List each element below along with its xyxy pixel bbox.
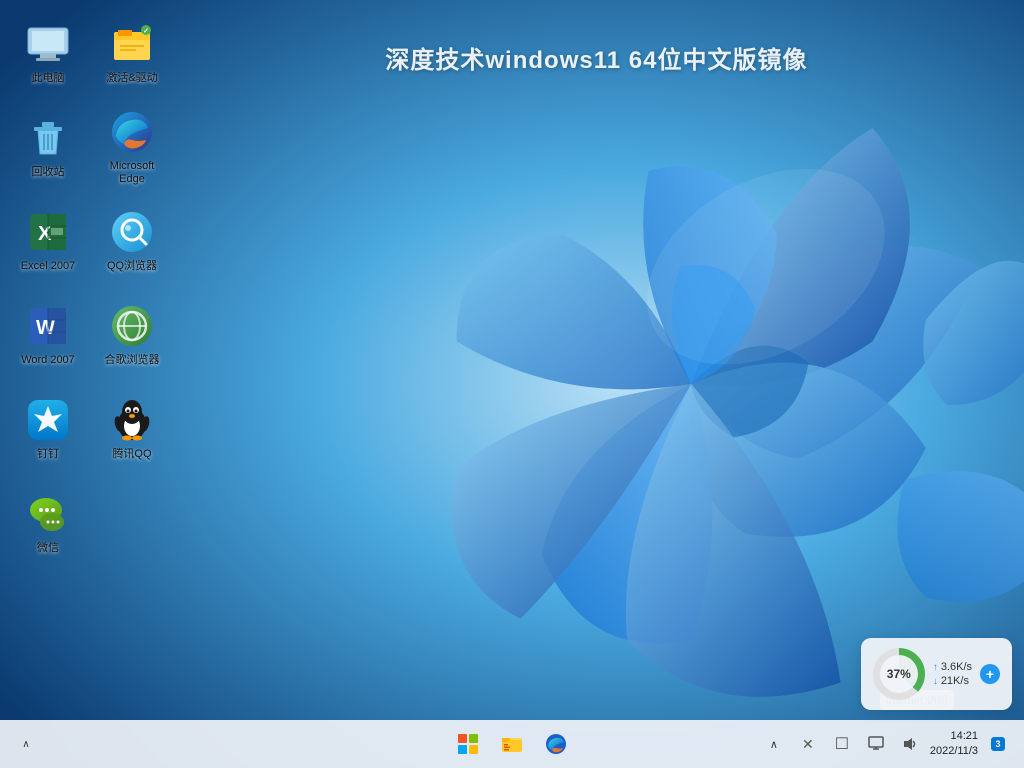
svg-text:✓: ✓ [143,28,149,35]
download-speed-row: ↓ 21K/s [933,675,972,687]
icon-label-qq-browser: QQ浏览器 [107,260,157,273]
recycle-bin-icon [24,114,72,162]
icon-recycle-bin[interactable]: 回收站 [8,102,88,192]
activate-driver-icon: ✓ [108,20,156,68]
network-speeds: ↑ 3.6K/s ↓ 21K/s [933,661,972,687]
taskbar: ∧ [0,720,1024,768]
notification-button[interactable]: 3 [984,730,1012,758]
taskbar-left: ∧ [12,730,512,758]
icon-label-heyou: 合歌浏览器 [105,354,160,367]
taskbar-right: ∧ ✕ ☐ 14:21 2022/11/3 [512,729,1012,760]
watermark: 深度技术windows11 64位中文版镜像 [385,40,807,75]
heyou-browser-icon [108,302,156,350]
start-button[interactable] [450,726,486,762]
icon-dingding[interactable]: 钉钉 [8,384,88,474]
upload-speed: 3.6K/s [941,661,972,673]
download-arrow-icon: ↓ [933,676,938,687]
cpu-usage-circle: 37% [873,648,925,700]
excel-icon: X [24,208,72,256]
network-widget: 37% ↑ 3.6K/s ↓ 21K/s + [861,638,1012,710]
upload-arrow-icon: ↑ [933,662,938,673]
icon-label-tencent-qq: 腾讯QQ [112,448,151,461]
icon-this-computer[interactable]: 此电脑 [8,8,88,98]
icon-label-dingding: 钉钉 [37,448,59,461]
tray-chevron-button[interactable]: ∧ [760,730,788,758]
cpu-percent: 37% [880,655,918,693]
icon-word-2007[interactable]: W Word 2007 [8,290,88,380]
icon-label-wechat: 微信 [37,542,59,555]
icon-microsoft-edge[interactable]: Microsoft Edge [92,102,172,192]
download-speed: 21K/s [941,675,969,687]
tencent-qq-icon [108,396,156,444]
word-icon: W [24,302,72,350]
icon-tencent-qq[interactable]: 腾讯QQ [92,384,172,474]
show-hidden-icons-button[interactable]: ∧ [12,730,40,758]
time-display: 14:21 [930,729,978,744]
date-display: 2022/11/3 [930,744,978,759]
upload-speed-row: ↑ 3.6K/s [933,661,972,673]
icon-label-edge: Microsoft Edge [96,160,168,186]
desktop: 深度技术windows11 64位中文版镜像 此电脑 [0,0,1024,768]
icon-heyou-browser[interactable]: 合歌浏览器 [92,290,172,380]
icon-label-recycle: 回收站 [32,166,65,179]
microsoft-edge-icon [108,108,156,156]
add-widget-button[interactable]: + [980,664,1000,684]
icon-label-word: Word 2007 [21,354,75,367]
checkbox-tray-button[interactable]: ☐ [828,730,856,758]
volume-button[interactable] [896,730,924,758]
display-settings-button[interactable] [862,730,890,758]
icon-activate-driver[interactable]: ✓ 激活&驱动 [92,8,172,98]
icon-label-this-computer: 此电脑 [32,72,65,85]
file-explorer-button[interactable] [494,726,530,762]
this-computer-icon [24,20,72,68]
clock-area[interactable]: 14:21 2022/11/3 [930,729,978,760]
icon-label-activate: 激活&驱动 [106,72,157,85]
icon-excel-2007[interactable]: X Excel 2007 [8,196,88,286]
icon-wechat[interactable]: 微信 [8,478,88,568]
dingding-icon [24,396,72,444]
svg-text:3: 3 [995,739,1000,749]
icon-label-excel: Excel 2007 [21,260,75,273]
icon-qq-browser[interactable]: QQ浏览器 [92,196,172,286]
qq-browser-icon [108,208,156,256]
edge-taskbar-button[interactable] [538,726,574,762]
taskbar-center [450,726,574,762]
wechat-icon [24,490,72,538]
close-tray-button[interactable]: ✕ [794,730,822,758]
desktop-icons-area: 此电脑 ✓ 激活&驱动 [8,8,172,568]
